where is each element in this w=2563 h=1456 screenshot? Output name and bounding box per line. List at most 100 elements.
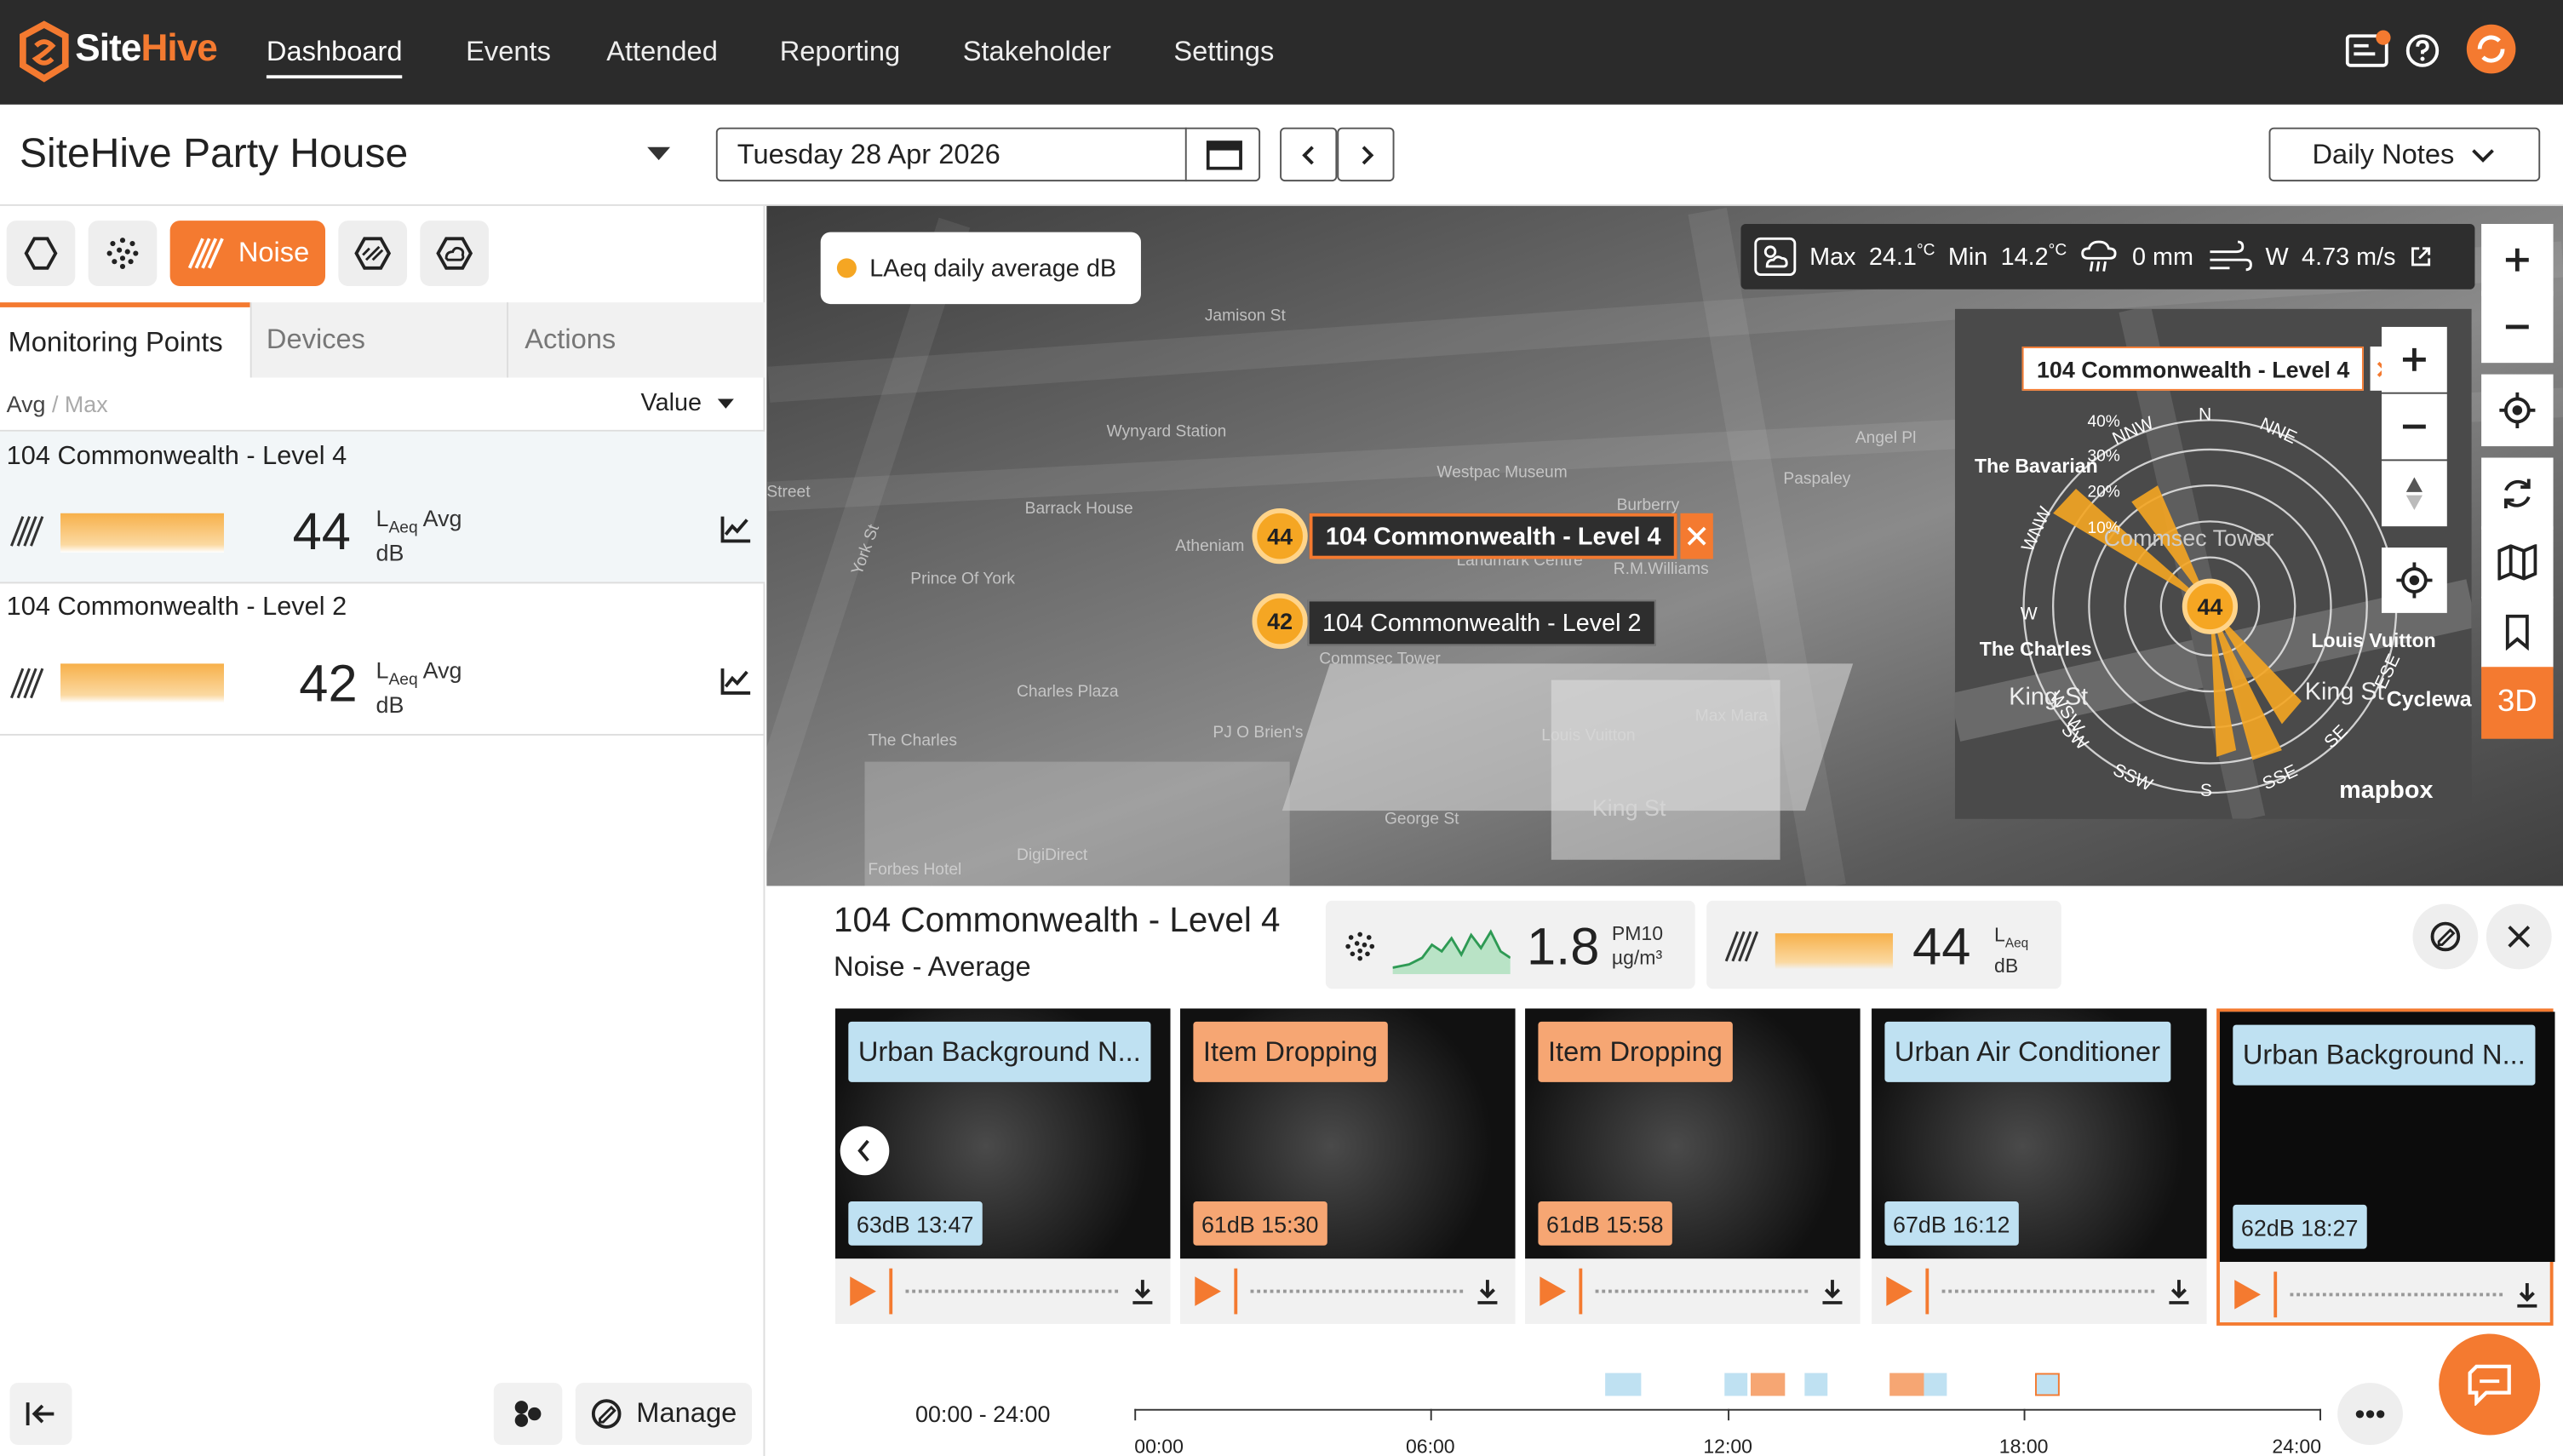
event-card[interactable]: Urban Background N... 63dB 13:47 [834,1008,1171,1324]
detail-close-button[interactable] [2486,903,2552,970]
waveform[interactable] [2290,1293,2503,1297]
external-link-icon[interactable] [2409,245,2432,268]
collapse-panel-button[interactable] [9,1383,72,1446]
playhead[interactable] [889,1268,893,1315]
site-title[interactable]: SiteHive Party House [20,131,408,179]
play-icon[interactable] [1195,1276,1222,1306]
event-card[interactable]: Item Dropping 61dB 15:30 [1180,1008,1516,1324]
timeline-event[interactable] [1750,1373,1786,1396]
bookmark-button[interactable] [2481,596,2554,669]
avg-max-toggle[interactable]: Avg / Max [7,391,108,417]
carousel-prev-button[interactable] [840,1126,890,1176]
monitoring-point-name[interactable]: 104 Commonwealth - Level 2 [7,593,347,623]
date-value[interactable]: Tuesday 28 Apr 2026 [737,139,1001,171]
playhead[interactable] [2273,1271,2278,1318]
audio-player[interactable] [1180,1258,1516,1324]
minimap-locate-button[interactable] [2382,547,2447,613]
zoom-out-button[interactable] [2481,290,2554,364]
timeline-event[interactable] [1924,1373,1947,1396]
playhead[interactable] [1579,1268,1583,1315]
waveform[interactable] [1595,1289,1809,1293]
play-icon[interactable] [1540,1276,1567,1306]
vibration-button[interactable] [338,221,408,286]
map-layers-button[interactable] [2481,526,2554,599]
next-day-button[interactable] [1337,127,1395,182]
minimap-pin[interactable]: 44 [2182,578,2239,634]
download-icon[interactable] [1131,1278,1154,1304]
value-unit: LAeq Avg dB [376,656,462,718]
prev-day-button[interactable] [1280,127,1338,182]
play-icon[interactable] [1886,1276,1913,1306]
event-card[interactable]: Urban Air Conditioner 67dB 16:12 [1872,1008,2207,1324]
download-icon[interactable] [1476,1278,1499,1304]
chat-button[interactable] [2439,1333,2541,1436]
cluster-button[interactable] [493,1383,563,1446]
timeline-event[interactable] [1804,1373,1828,1396]
calendar-button[interactable] [1184,127,1260,182]
map-pin[interactable]: 44 [1252,508,1308,565]
app-logo-text[interactable]: SiteHive [75,26,218,71]
play-icon[interactable] [2234,1280,2261,1310]
nav-dashboard[interactable]: Dashboard [266,36,403,79]
event-card[interactable]: Item Dropping 61dB 15:58 [1525,1008,1861,1324]
timeline-event[interactable] [1889,1373,1924,1396]
close-pin-label-button[interactable] [1680,513,1713,559]
play-icon[interactable] [850,1276,876,1306]
minimap-zoom-out-button[interactable] [2382,393,2447,460]
locate-button[interactable] [2481,374,2554,447]
waveform[interactable] [1250,1289,1464,1293]
timeline-event-selected[interactable] [2035,1373,2060,1396]
tab-actions[interactable]: Actions [507,302,765,378]
avg-label[interactable]: Avg [7,391,46,417]
download-icon[interactable] [1821,1278,1844,1304]
toggle-3d-button[interactable]: 3D [2481,667,2554,739]
playhead[interactable] [1925,1268,1929,1315]
time-range[interactable]: 00:00 - 24:00 [915,1401,1050,1427]
map-pin-label[interactable]: 104 Commonwealth - Level 4 [1309,513,1677,559]
site-dropdown-icon[interactable] [647,146,671,161]
max-label[interactable]: Max [65,391,108,417]
chart-icon[interactable] [720,515,752,545]
refresh-button[interactable] [2481,457,2554,530]
audio-player[interactable] [1872,1258,2207,1324]
audio-player[interactable] [1525,1258,1861,1324]
nav-stakeholder[interactable]: Stakeholder [963,36,1111,68]
nav-settings[interactable]: Settings [1173,36,1274,68]
nav-attended[interactable]: Attended [606,36,718,68]
noise-button[interactable]: Noise [169,221,326,286]
event-card-selected[interactable]: Urban Background N... 62dB 18:27 [2216,1008,2555,1327]
all-types-button[interactable] [6,221,76,286]
manage-button[interactable]: Manage [575,1383,753,1446]
nav-events[interactable]: Events [466,36,551,68]
monitoring-point-name[interactable]: 104 Commonwealth - Level 4 [7,443,347,473]
waveform[interactable] [1941,1289,2155,1293]
map-pin-label[interactable]: 104 Commonwealth - Level 2 [1307,599,1656,646]
download-icon[interactable] [2168,1278,2191,1304]
playhead[interactable] [1234,1268,1238,1315]
sitehive-logo-icon[interactable] [16,20,72,85]
user-avatar-icon[interactable] [2465,23,2517,75]
minimap-label[interactable]: 104 Commonwealth - Level 4 [2021,346,2365,391]
minimap-zoom-in-button[interactable] [2382,326,2447,393]
map-pin[interactable]: 42 [1252,593,1308,650]
daily-notes-button[interactable]: Daily Notes [2268,127,2541,182]
value-sort-dropdown[interactable]: Value [641,389,735,417]
timeline-event[interactable] [1605,1373,1642,1396]
download-icon[interactable] [2515,1281,2538,1308]
more-options-button[interactable]: ••• [2337,1383,2403,1446]
tab-monitoring-points[interactable]: Monitoring Points [0,302,250,378]
zoom-in-button[interactable] [2481,223,2554,296]
nav-reporting[interactable]: Reporting [780,36,901,68]
audio-player[interactable] [2220,1262,2555,1327]
audio-player[interactable] [835,1258,1171,1324]
chart-icon[interactable] [720,667,752,696]
tab-devices[interactable]: Devices [249,302,507,378]
dust-button[interactable] [88,221,158,286]
waveform[interactable] [905,1289,1119,1293]
timeline-event[interactable] [1724,1373,1748,1396]
help-icon[interactable] [2405,32,2440,68]
detail-settings-button[interactable] [2412,903,2479,970]
weather-button[interactable] [420,221,489,286]
minimap-compass-button[interactable] [2382,461,2447,527]
notifications-icon[interactable] [2345,30,2392,69]
